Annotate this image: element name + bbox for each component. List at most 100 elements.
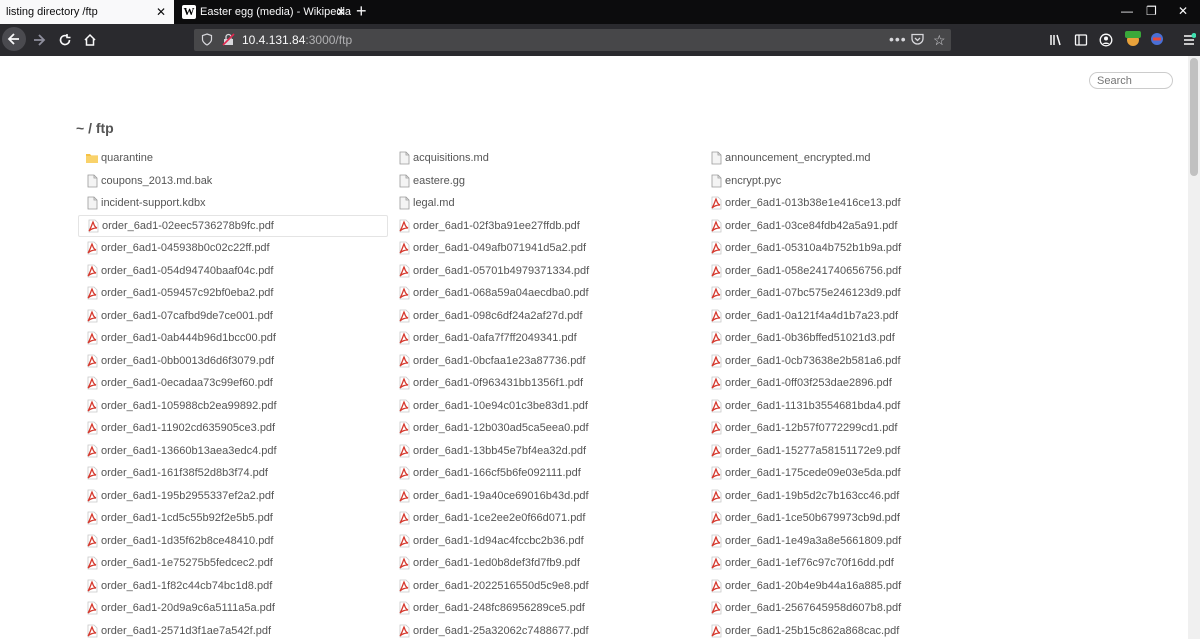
file-name: legal.md [413,197,455,209]
file-link[interactable]: order_6ad1-059457c92bf0eba2.pdf [78,282,390,304]
scrollbar-thumb[interactable] [1190,58,1198,176]
vertical-scrollbar[interactable] [1188,56,1200,639]
file-link[interactable]: order_6ad1-07cafbd9de7ce001.pdf [78,305,390,327]
file-link[interactable]: order_6ad1-19a40ce69016b43d.pdf [390,485,702,507]
file-link[interactable]: order_6ad1-0f963431bb1356f1.pdf [390,372,702,394]
pdf-icon [709,354,723,368]
file-link[interactable]: order_6ad1-02eec5736278b9fc.pdf [78,214,388,237]
file-link[interactable]: order_6ad1-0ecadaa73c99ef60.pdf [78,372,390,394]
file-link[interactable]: encrypt.pyc [702,170,1014,192]
file-link[interactable]: order_6ad1-12b030ad5ca5eea0.pdf [390,417,702,439]
file-link[interactable]: order_6ad1-166cf5b6fe092111.pdf [390,462,702,484]
close-icon[interactable]: ✕ [336,5,346,19]
file-link[interactable]: order_6ad1-1ce2ee2e0f66d071.pdf [390,507,702,529]
file-name: order_6ad1-25b15c862a868cac.pdf [725,624,900,637]
home-icon[interactable] [81,31,99,49]
file-link[interactable]: order_6ad1-1e49a3a8e5661809.pdf [702,530,1014,552]
page-actions-icon[interactable]: ••• [889,31,907,47]
tab-listing-directory[interactable]: listing directory /ftp ✕ [0,0,174,24]
file-link[interactable]: order_6ad1-1f82c44cb74bc1d8.pdf [78,575,390,597]
extension-icon[interactable] [1149,31,1165,47]
file-link[interactable]: order_6ad1-0ab444b96d1bcc00.pdf [78,327,390,349]
file-link[interactable]: order_6ad1-1cd5c55b92f2e5b5.pdf [78,507,390,529]
menu-hamburger-icon[interactable] [1180,31,1198,49]
file-link[interactable]: incident-support.kdbx [78,192,390,214]
file-link[interactable]: order_6ad1-013b38e1e416ce13.pdf [702,192,1014,214]
file-link[interactable]: order_6ad1-12b57f0772299cd1.pdf [702,417,1014,439]
back-arrow-icon[interactable] [2,27,26,51]
file-link[interactable]: order_6ad1-0cb73638e2b581a6.pdf [702,350,1014,372]
new-tab-plus-icon[interactable]: + [356,1,367,21]
file-link[interactable]: order_6ad1-1d35f62b8ce48410.pdf [78,530,390,552]
file-link[interactable]: order_6ad1-1e75275b5fedcec2.pdf [78,552,390,574]
file-link[interactable]: eastere.gg [390,170,702,192]
file-link[interactable]: order_6ad1-11902cd635905ce3.pdf [78,417,390,439]
file-link[interactable]: order_6ad1-1ce50b679973cb9d.pdf [702,507,1014,529]
file-link[interactable]: order_6ad1-0b36bffed51021d3.pdf [702,327,1014,349]
minimize-icon[interactable]: — [1121,4,1133,18]
file-link[interactable]: order_6ad1-1d94ac4fccbc2b36.pdf [390,530,702,552]
file-link[interactable]: order_6ad1-098c6df24a2af27d.pdf [390,305,702,327]
close-window-icon[interactable]: ✕ [1178,4,1188,18]
account-icon[interactable] [1098,32,1114,48]
file-link[interactable]: order_6ad1-0a121f4a4d1b7a23.pdf [702,305,1014,327]
file-link[interactable]: order_6ad1-02f3ba91ee27ffdb.pdf [390,215,702,237]
file-icon [85,174,99,188]
file-link[interactable]: order_6ad1-1ef76c97c70f16dd.pdf [702,552,1014,574]
file-link[interactable]: order_6ad1-2567645958d607b8.pdf [702,597,1014,619]
restore-icon[interactable]: ❐ [1146,4,1157,18]
file-link[interactable]: order_6ad1-25b15c862a868cac.pdf [702,620,1014,639]
file-link[interactable]: order_6ad1-045938b0c02c22ff.pdf [78,237,390,259]
file-link[interactable]: order_6ad1-13bb45e7bf4ea32d.pdf [390,440,702,462]
file-link[interactable]: order_6ad1-105988cb2ea99892.pdf [78,395,390,417]
file-link[interactable]: order_6ad1-058e241740656756.pdf [702,260,1014,282]
sidebar-icon[interactable] [1073,32,1089,48]
folder-link[interactable]: quarantine [78,147,390,169]
file-link[interactable]: coupons_2013.md.bak [78,170,390,192]
folder-icon [85,151,99,165]
file-link[interactable]: legal.md [390,192,702,214]
file-link[interactable]: order_6ad1-05701b4979371334.pdf [390,260,702,282]
file-link[interactable]: order_6ad1-049afb071941d5a2.pdf [390,237,702,259]
reload-icon[interactable] [56,31,74,49]
file-link[interactable]: order_6ad1-248fc86956289ce5.pdf [390,597,702,619]
file-link[interactable]: order_6ad1-15277a58151172e9.pdf [702,440,1014,462]
extension-badge-icon[interactable] [1124,30,1142,48]
search-input[interactable] [1089,72,1173,89]
pocket-icon[interactable] [911,33,924,48]
pdf-icon [397,219,411,233]
file-link[interactable]: order_6ad1-195b2955337ef2a2.pdf [78,485,390,507]
file-link[interactable]: announcement_encrypted.md [702,147,1014,169]
file-link[interactable]: order_6ad1-0afa7f7ff2049341.pdf [390,327,702,349]
file-link[interactable]: order_6ad1-20d9a9c6a5111a5a.pdf [78,597,390,619]
bookmark-star-icon[interactable]: ☆ [933,32,946,49]
tab-wikipedia[interactable]: W Easter egg (media) - Wikipedia ✕ [176,0,354,24]
close-icon[interactable]: ✕ [156,5,166,19]
forward-arrow-icon[interactable] [30,31,48,49]
insecure-lock-icon[interactable] [222,33,235,49]
file-link[interactable]: order_6ad1-068a59a04aecdba0.pdf [390,282,702,304]
file-link[interactable]: order_6ad1-161f38f52d8b3f74.pdf [78,462,390,484]
file-link[interactable]: order_6ad1-1131b3554681bda4.pdf [702,395,1014,417]
file-link[interactable]: order_6ad1-054d94740baaf04c.pdf [78,260,390,282]
file-link[interactable]: order_6ad1-20b4e9b44a16a885.pdf [702,575,1014,597]
file-link[interactable]: order_6ad1-1ed0b8def3fd7fb9.pdf [390,552,702,574]
file-link[interactable]: order_6ad1-0bb0013d6d6f3079.pdf [78,350,390,372]
library-icon[interactable] [1048,32,1064,48]
address-bar[interactable]: 10.4.131.84:3000/ftp ••• ☆ [194,29,951,51]
file-link[interactable]: order_6ad1-2022516550d5c9e8.pdf [390,575,702,597]
shield-icon[interactable] [201,33,213,49]
file-link[interactable]: order_6ad1-0bcfaa1e23a87736.pdf [390,350,702,372]
file-link[interactable]: order_6ad1-0ff03f253dae2896.pdf [702,372,1014,394]
file-link[interactable]: order_6ad1-13660b13aea3edc4.pdf [78,440,390,462]
file-name: order_6ad1-11902cd635905ce3.pdf [101,422,276,434]
file-link[interactable]: acquisitions.md [390,147,702,169]
file-link[interactable]: order_6ad1-05310a4b752b1b9a.pdf [702,237,1014,259]
file-link[interactable]: order_6ad1-07bc575e246123d9.pdf [702,282,1014,304]
file-link[interactable]: order_6ad1-25a32062c7488677.pdf [390,620,702,639]
file-link[interactable]: order_6ad1-175cede09e03e5da.pdf [702,462,1014,484]
file-link[interactable]: order_6ad1-2571d3f1ae7a542f.pdf [78,620,390,639]
file-link[interactable]: order_6ad1-03ce84fdb42a5a91.pdf [702,215,1014,237]
file-link[interactable]: order_6ad1-19b5d2c7b163cc46.pdf [702,485,1014,507]
file-link[interactable]: order_6ad1-10e94c01c3be83d1.pdf [390,395,702,417]
